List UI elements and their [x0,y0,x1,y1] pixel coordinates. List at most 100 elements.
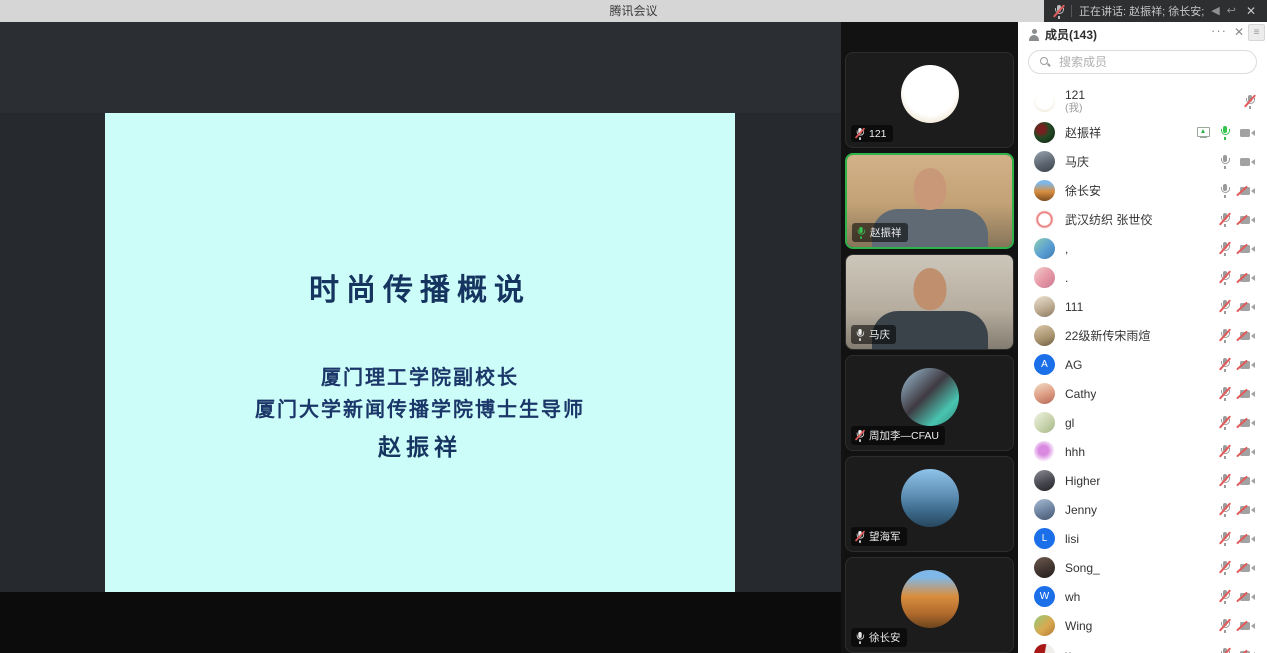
member-status-icons [1220,184,1255,197]
member-row[interactable]: . [1018,263,1267,292]
mic-muted-icon [1220,416,1230,429]
avatar [1034,412,1055,433]
member-row[interactable]: 赵振祥 [1018,118,1267,147]
member-name: 徐长安 [1065,184,1101,198]
slide-subtitle: 厦门理工学院副校长 厦门大学新闻传播学院博士生导师 [105,361,735,425]
tile-label: 望海军 [851,527,907,546]
video-tile[interactable]: 赵振祥 [845,153,1014,249]
restore-arrow-icon[interactable]: ↩ [1227,0,1236,22]
member-row[interactable]: 121 (我) [1018,84,1267,118]
panel-menu-icon[interactable]: ≡ [1248,24,1265,41]
video-tile[interactable]: 马庆 [845,254,1014,350]
member-row[interactable]: W wh [1018,582,1267,611]
member-row[interactable]: L lisi [1018,524,1267,553]
participant-avatar [901,65,959,123]
member-name: 111 [1065,300,1083,314]
member-row[interactable]: 徐长安 [1018,176,1267,205]
member-status-icons [1220,271,1255,284]
video-tile[interactable]: 望海军 [845,456,1014,552]
camera-off-icon [1240,418,1255,428]
member-status-icons [1220,561,1255,574]
video-tile[interactable]: 周加李—CFAU [845,355,1014,451]
close-panel-icon[interactable]: ✕ [1234,25,1244,39]
close-widget-icon[interactable]: ✕ [1243,0,1259,22]
member-row[interactable]: gl [1018,408,1267,437]
mic-icon [856,632,865,643]
avatar: A [1034,354,1055,375]
tile-name: 徐长安 [869,630,901,645]
collapse-arrow-icon[interactable]: ◀ [1211,0,1219,22]
camera-off-icon [1240,360,1255,370]
member-names: 赵振祥 [1065,126,1101,140]
mic-muted-icon [1220,358,1230,371]
member-row[interactable]: hhh [1018,437,1267,466]
member-names: lisi [1065,532,1079,546]
avatar: W [1034,586,1055,607]
camera-off-icon [1240,592,1255,602]
member-names: Higher [1065,474,1100,488]
member-row[interactable]: Wing [1018,611,1267,640]
participant-avatar [901,368,959,426]
video-tile[interactable]: 徐长安 [845,557,1014,653]
mic-muted-icon[interactable] [1054,5,1064,18]
member-row[interactable]: Jenny [1018,495,1267,524]
member-row[interactable]: 22级新传宋雨煊 [1018,321,1267,350]
mic-muted-icon [856,430,865,441]
camera-off-icon [1240,534,1255,544]
participant-face [913,168,946,210]
member-name: lisi [1065,532,1079,546]
member-status-icons [1220,416,1255,429]
camera-off-icon [1240,186,1255,196]
member-search-box[interactable] [1028,50,1257,74]
tile-name: 望海军 [869,529,901,544]
member-status-icons [1220,242,1255,255]
search-input[interactable] [1057,54,1246,70]
tile-name: 马庆 [869,327,890,342]
camera-icon [1240,128,1255,138]
tile-label: 赵振祥 [852,223,908,242]
member-row[interactable]: 马庆 [1018,147,1267,176]
avatar [1034,383,1055,404]
member-status-icons [1245,95,1255,108]
mic-icon [1220,155,1230,168]
mic-muted-icon [1220,242,1230,255]
tile-label: 马庆 [851,325,896,344]
member-row[interactable]: , [1018,234,1267,263]
member-row[interactable]: x [1018,640,1267,653]
avatar [1034,209,1055,230]
tile-label: 周加李—CFAU [851,426,945,445]
member-status-icons [1220,155,1255,168]
avatar [1034,644,1055,653]
avatar [1034,238,1055,259]
member-subtitle: (我) [1065,102,1085,114]
member-row[interactable]: Cathy [1018,379,1267,408]
speaking-indicator-widget: 正在讲话: 赵振祥; 徐长安; ◀ ↩ ✕ [1044,0,1267,22]
member-row[interactable]: 111 [1018,292,1267,321]
member-row[interactable]: 武汉纺织 张世佼 [1018,205,1267,234]
member-row[interactable]: A AG [1018,350,1267,379]
more-options-icon[interactable]: ··· [1211,23,1227,38]
member-status-icons [1197,126,1255,139]
member-names: , [1065,242,1068,256]
member-row[interactable]: Higher [1018,466,1267,495]
member-name: . [1065,271,1068,285]
member-row[interactable]: Song_ [1018,553,1267,582]
slide-presenter-name: 赵振祥 [105,428,735,462]
member-status-icons [1220,590,1255,603]
camera-off-icon [1240,302,1255,312]
shared-screen-stage[interactable]: 时尚传播概说 厦门理工学院副校长 厦门大学新闻传播学院博士生导师 赵振祥 [0,22,841,653]
member-names: AG [1065,358,1082,372]
mic-muted-icon [1220,648,1230,653]
video-tile[interactable]: 121 [845,52,1014,148]
avatar [1034,615,1055,636]
camera-off-icon [1240,331,1255,341]
avatar [1034,122,1055,143]
tile-name: 赵振祥 [870,225,902,240]
mic-muted-icon [1220,503,1230,516]
member-status-icons [1220,474,1255,487]
member-names: Song_ [1065,561,1100,575]
avatar [1034,267,1055,288]
member-name: hhh [1065,445,1085,459]
member-status-icons [1220,532,1255,545]
member-name: , [1065,242,1068,256]
